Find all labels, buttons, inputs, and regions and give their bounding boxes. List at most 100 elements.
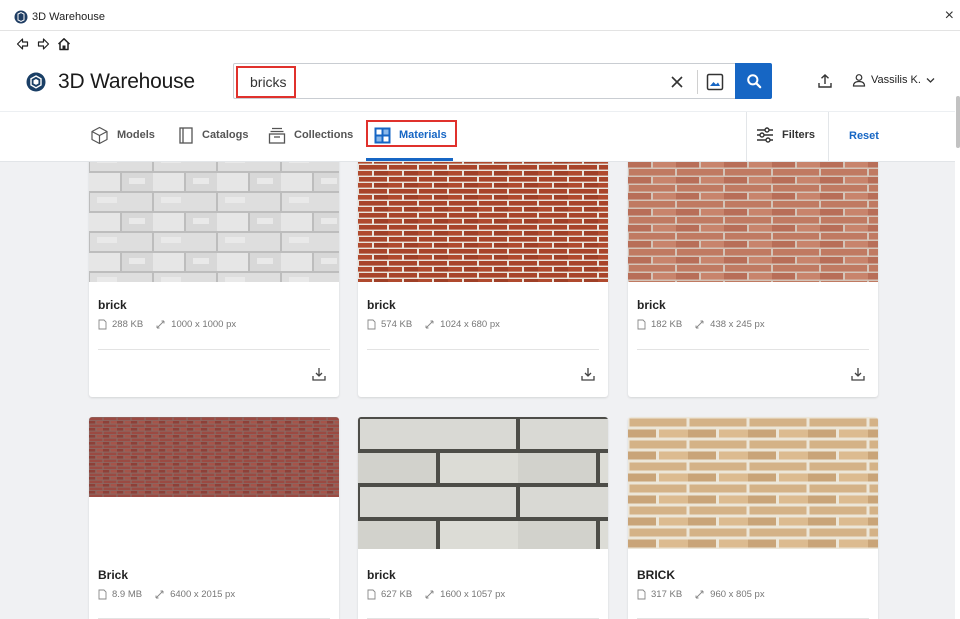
image-dimensions: 6400 x 2015 px (170, 589, 236, 600)
catalog-icon (179, 126, 193, 144)
filters-icon (757, 127, 773, 143)
tab-models-label: Models (117, 129, 155, 141)
download-icon[interactable] (850, 366, 866, 382)
material-card[interactable]: brick 182 KB 438 x 245 px (628, 162, 878, 397)
material-thumbnail[interactable] (89, 162, 339, 282)
filters-label: Filters (782, 129, 816, 141)
close-icon (671, 76, 683, 88)
tab-materials[interactable]: Materials (374, 124, 447, 146)
reset-divider (828, 112, 829, 162)
image-dimensions: 1024 x 680 px (440, 319, 500, 330)
brand-link[interactable]: 3D Warehouse (26, 70, 195, 94)
file-size: 574 KB (381, 319, 413, 330)
clear-search-button[interactable] (667, 72, 687, 92)
file-size: 627 KB (381, 589, 413, 600)
materials-icon (374, 127, 391, 143)
material-card[interactable]: brick 627 KB 1600 x 1057 px (358, 417, 608, 619)
image-dimensions: 438 x 245 px (710, 319, 765, 330)
3d-warehouse-logo-icon (26, 72, 46, 92)
file-icon (367, 589, 376, 600)
material-thumbnail[interactable] (628, 162, 878, 282)
filters-button[interactable]: Filters (756, 127, 815, 143)
window-titlebar: 3D Warehouse × (0, 0, 960, 31)
file-icon (98, 319, 107, 330)
card-divider (637, 349, 869, 350)
tab-catalogs[interactable]: Catalogs (178, 124, 248, 146)
file-size: 8.9 MB (112, 589, 143, 600)
brand-name: 3D Warehouse (58, 70, 195, 93)
upload-button[interactable] (816, 72, 834, 90)
user-menu[interactable]: Vassilis K. (852, 73, 935, 87)
image-search-button[interactable] (704, 71, 726, 93)
file-size: 288 KB (112, 319, 144, 330)
active-tab-indicator (366, 158, 453, 161)
app-logo-icon (14, 10, 28, 24)
material-card[interactable]: BRICK 317 KB 960 x 805 px (628, 417, 878, 619)
search-bar (233, 63, 772, 99)
material-meta: 288 KB 1000 x 1000 px (98, 319, 236, 330)
download-icon[interactable] (311, 366, 327, 382)
image-dimensions: 1600 x 1057 px (440, 589, 506, 600)
material-meta: 627 KB 1600 x 1057 px (367, 589, 505, 600)
file-icon (367, 319, 376, 330)
chevron-down-icon (926, 77, 935, 83)
back-button[interactable] (14, 35, 30, 53)
dimensions-icon (425, 590, 434, 599)
site-header: 3D Warehouse bricks Vassilis K. (0, 59, 955, 111)
browser-nav-bar (0, 31, 960, 59)
material-name[interactable]: brick (637, 298, 666, 312)
material-meta: 182 KB 438 x 245 px (637, 319, 765, 330)
forward-arrow-icon (37, 38, 49, 50)
window-title: 3D Warehouse (32, 11, 105, 23)
search-input[interactable] (236, 66, 296, 98)
forward-button[interactable] (35, 35, 51, 53)
file-size: 182 KB (651, 319, 683, 330)
tab-models[interactable]: Models (90, 124, 155, 146)
search-icon (746, 74, 761, 89)
materials-grid: brick 288 KB 1000 x 1000 px brick 574 KB… (0, 162, 955, 619)
tab-collections-label: Collections (294, 129, 354, 141)
material-name[interactable]: brick (367, 568, 396, 582)
tab-catalogs-label: Catalogs (202, 129, 249, 141)
material-thumbnail[interactable] (89, 417, 339, 497)
file-icon (637, 589, 646, 600)
material-thumbnail[interactable] (628, 417, 878, 549)
user-name: Vassilis K. (871, 74, 921, 86)
tab-collections[interactable]: Collections (268, 124, 353, 146)
material-card[interactable]: Brick 8.9 MB 6400 x 2015 px (89, 417, 339, 619)
window-close-button[interactable]: × (945, 8, 954, 24)
material-name[interactable]: brick (367, 298, 396, 312)
download-icon[interactable] (580, 366, 596, 382)
search-submit-button[interactable] (735, 63, 772, 99)
filters-divider (746, 112, 747, 162)
material-thumbnail[interactable] (358, 162, 608, 282)
user-icon (852, 74, 866, 87)
collection-icon (268, 127, 286, 144)
material-name[interactable]: BRICK (637, 568, 675, 582)
search-divider (697, 70, 698, 94)
image-dimensions: 1000 x 1000 px (171, 319, 237, 330)
material-thumbnail[interactable] (358, 417, 608, 549)
reset-button[interactable]: Reset (849, 130, 879, 142)
material-meta: 317 KB 960 x 805 px (637, 589, 765, 600)
tab-materials-label: Materials (399, 129, 447, 141)
page-scrollbar-thumb[interactable] (956, 96, 960, 148)
material-name[interactable]: brick (98, 298, 127, 312)
category-tabs: Models Catalogs Collections Materials Fi… (0, 111, 955, 162)
dimensions-icon (695, 320, 704, 329)
material-meta: 574 KB 1024 x 680 px (367, 319, 500, 330)
dimensions-icon (155, 590, 164, 599)
file-icon (98, 589, 107, 600)
material-card[interactable]: brick 574 KB 1024 x 680 px (358, 162, 608, 397)
back-arrow-icon (16, 38, 28, 50)
material-name[interactable]: Brick (98, 568, 128, 582)
upload-icon (818, 74, 832, 88)
material-card[interactable]: brick 288 KB 1000 x 1000 px (89, 162, 339, 397)
home-icon (57, 38, 71, 51)
card-divider (98, 349, 330, 350)
card-divider (367, 349, 599, 350)
material-meta: 8.9 MB 6400 x 2015 px (98, 589, 235, 600)
cube-icon (91, 126, 108, 144)
file-size: 317 KB (651, 589, 683, 600)
home-button[interactable] (56, 35, 72, 53)
